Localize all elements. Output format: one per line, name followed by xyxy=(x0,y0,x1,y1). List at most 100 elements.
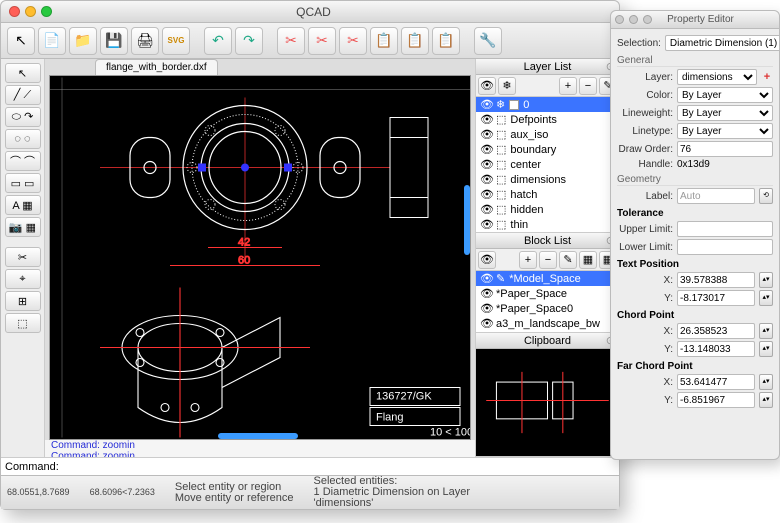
paste-button[interactable]: 📋 xyxy=(370,27,398,55)
list-item[interactable]: 👁⬚Defpoints xyxy=(476,112,619,127)
tool-image[interactable]: 📷 ▦ xyxy=(5,217,41,237)
tool-ellipse[interactable]: ⬭ ↷ xyxy=(5,107,41,127)
layer-list[interactable]: 👁❄0 👁⬚Defpoints 👁⬚aux_iso 👁⬚boundary 👁⬚c… xyxy=(476,97,619,232)
clipboard-canvas xyxy=(476,349,619,456)
tool-select[interactable]: ↖ xyxy=(5,63,41,83)
minimize-icon[interactable] xyxy=(25,6,36,17)
block-add-button[interactable]: + xyxy=(519,251,537,269)
stepper-icon[interactable]: ▴▾ xyxy=(759,392,773,408)
stepper-icon[interactable]: ▴▾ xyxy=(759,374,773,390)
layer-add-button[interactable]: + xyxy=(559,77,577,95)
list-item[interactable]: 👁⬚aux_iso xyxy=(476,127,619,142)
chord-y-field[interactable]: -13.148033 xyxy=(677,341,755,357)
add-layer-icon[interactable]: + xyxy=(761,71,773,83)
list-item[interactable]: 👁✎*Model_Space xyxy=(476,271,619,286)
window-title: QCAD xyxy=(60,5,567,19)
stepper-icon[interactable]: ▴▾ xyxy=(759,290,773,306)
label-field[interactable]: Auto xyxy=(677,188,755,204)
farchord-y-field[interactable]: -6.851967 xyxy=(677,392,755,408)
command-input[interactable] xyxy=(63,461,615,473)
tool-grid[interactable]: ⊞ xyxy=(5,291,41,311)
lower-limit-field[interactable] xyxy=(677,239,773,255)
hscrollbar[interactable] xyxy=(218,433,298,439)
layer-remove-button[interactable]: − xyxy=(579,77,597,95)
main-toolbar: ↖ 📄 📁 💾 🖨 SVG ↶ ↷ ✂ ✂ ✂ 📋 📋 📋 🔧 xyxy=(1,23,619,59)
undo-button[interactable]: ↶ xyxy=(204,27,232,55)
pointer-button[interactable]: ↖ xyxy=(7,27,35,55)
draworder-field[interactable]: 76 xyxy=(677,141,773,157)
label-reset-button[interactable]: ⟲ xyxy=(759,188,773,204)
list-item[interactable]: 👁a3_m_landscape_bw xyxy=(476,316,619,331)
stepper-icon[interactable]: ▴▾ xyxy=(759,323,773,339)
list-item[interactable]: 👁*Paper_Space xyxy=(476,286,619,301)
tool-line[interactable]: ╱ ⟋ xyxy=(5,85,41,105)
print-button[interactable]: 🖨 xyxy=(131,27,159,55)
list-item[interactable]: 👁⬚hidden xyxy=(476,202,619,217)
paste2-button[interactable]: 📋 xyxy=(401,27,429,55)
color-dropdown[interactable]: By Layer xyxy=(677,87,773,103)
clipboard-panel-title: Clipboard⊙ xyxy=(476,333,619,349)
tool-block[interactable]: ⬚ xyxy=(5,313,41,333)
layer-tools: 👁 ❄ + − ✎ xyxy=(476,75,619,97)
section-geometry: Geometry xyxy=(617,174,773,186)
zoom-icon[interactable] xyxy=(643,15,652,24)
selection-dropdown[interactable]: Diametric Dimension (1) xyxy=(665,35,779,51)
stepper-icon[interactable]: ▴▾ xyxy=(759,341,773,357)
upper-limit-field[interactable] xyxy=(677,221,773,237)
command-input-row: Command: xyxy=(1,457,619,475)
linetype-dropdown[interactable]: By Layer xyxy=(677,123,773,139)
lineweight-dropdown[interactable]: By Layer xyxy=(677,105,773,121)
tool-circle[interactable]: ◌ ◌ xyxy=(5,129,41,149)
layer-freeze-icon[interactable]: ❄ xyxy=(498,77,516,95)
section-general: General xyxy=(617,55,773,67)
status-hint: Select entity or regionMove entity or re… xyxy=(175,482,294,504)
open-button[interactable]: 📁 xyxy=(69,27,97,55)
list-item[interactable]: 👁⬚thin xyxy=(476,217,619,232)
textpos-x-field[interactable]: 39.578388 xyxy=(677,272,755,288)
vscrollbar[interactable] xyxy=(464,185,470,255)
block-edit-button[interactable]: ✎ xyxy=(559,251,577,269)
save-button[interactable]: 💾 xyxy=(100,27,128,55)
block-list[interactable]: 👁✎*Model_Space 👁*Paper_Space 👁*Paper_Spa… xyxy=(476,271,619,332)
statusbar: 68.0551,8.7689 68.6096<7.2363 Select ent… xyxy=(1,475,619,509)
cut2-button[interactable]: ✂ xyxy=(308,27,336,55)
svg-export-button[interactable]: SVG xyxy=(162,27,190,55)
list-item[interactable]: 👁⬚hatch xyxy=(476,187,619,202)
block-visibility-icon[interactable]: 👁 xyxy=(478,251,496,269)
close-icon[interactable] xyxy=(615,15,624,24)
cut-button[interactable]: ✂ xyxy=(277,27,305,55)
tool-rect[interactable]: ▭ ▭ xyxy=(5,173,41,193)
list-item[interactable]: 👁⬚boundary xyxy=(476,142,619,157)
farchord-x-field[interactable]: 53.641477 xyxy=(677,374,755,390)
textpos-y-field[interactable]: -8.173017 xyxy=(677,290,755,306)
close-icon[interactable] xyxy=(9,6,20,17)
list-item[interactable]: 👁❄0 xyxy=(476,97,619,112)
block-remove-button[interactable]: − xyxy=(539,251,557,269)
cut3-button[interactable]: ✂ xyxy=(339,27,367,55)
redo-button[interactable]: ↷ xyxy=(235,27,263,55)
right-palettes: Layer List⊙ 👁 ❄ + − ✎ 👁❄0 👁⬚Defpoints 👁⬚… xyxy=(475,59,619,457)
progress-text: 10 < 100 xyxy=(430,427,470,439)
minimize-icon[interactable] xyxy=(629,15,638,24)
zoom-icon[interactable] xyxy=(41,6,52,17)
new-button[interactable]: 📄 xyxy=(38,27,66,55)
prop-title-label: Property Editor xyxy=(656,14,745,25)
tool-arc[interactable]: ⌒ ⌒ xyxy=(5,151,41,171)
chord-x-field[interactable]: 26.358523 xyxy=(677,323,755,339)
list-item[interactable]: 👁⬚center xyxy=(476,157,619,172)
stepper-icon[interactable]: ▴▾ xyxy=(759,272,773,288)
settings-button[interactable]: 🔧 xyxy=(474,27,502,55)
layer-visibility-icon[interactable]: 👁 xyxy=(478,77,496,95)
list-item[interactable]: 👁*Paper_Space0 xyxy=(476,301,619,316)
tool-trim[interactable]: ✂ xyxy=(5,247,41,267)
section-chord: Chord Point xyxy=(617,310,773,321)
tool-text[interactable]: A ▦ xyxy=(5,195,41,215)
tool-snap[interactable]: ⌖ xyxy=(5,269,41,289)
drawing-canvas[interactable]: 42 60 xyxy=(49,75,471,440)
block-panel-title: Block List⊙ xyxy=(476,233,619,249)
paste3-button[interactable]: 📋 xyxy=(432,27,460,55)
tab-document[interactable]: flange_with_border.dxf xyxy=(95,59,218,75)
list-item[interactable]: 👁⬚dimensions xyxy=(476,172,619,187)
layer-dropdown[interactable]: dimensions xyxy=(677,69,757,85)
block-insert-button[interactable]: ▦ xyxy=(579,251,597,269)
